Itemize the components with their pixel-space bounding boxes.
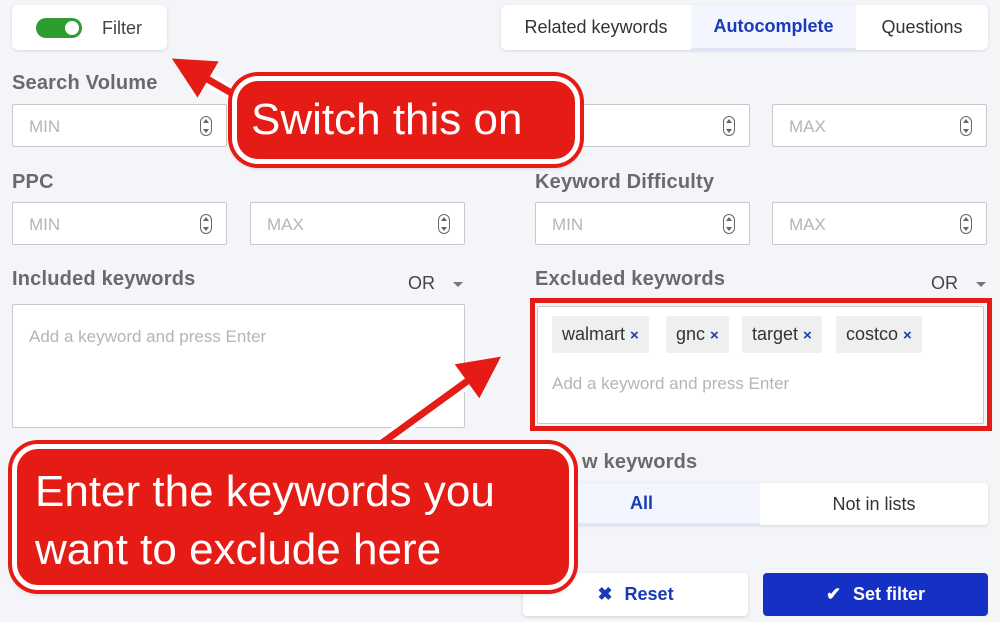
arrow-to-excluded: [372, 356, 502, 451]
callout-exclude: Enter the keywords you want to exclude h…: [12, 444, 574, 590]
callout-switch: Switch this on: [232, 76, 580, 164]
